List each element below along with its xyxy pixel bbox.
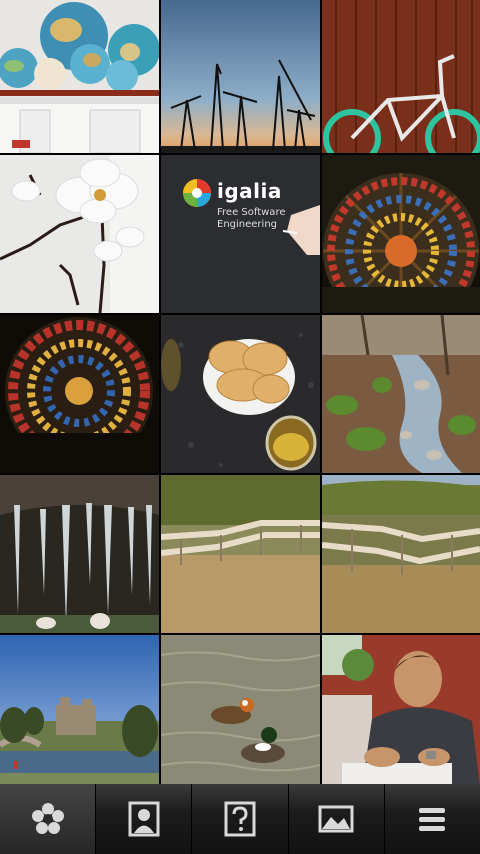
castle-image: [0, 635, 159, 787]
photo-thumbnail-bicycle[interactable]: [322, 0, 480, 153]
photo-thumbnail-castle[interactable]: [0, 635, 159, 787]
rose-window-image: [322, 155, 480, 313]
landscape-icon: [318, 805, 354, 833]
unknown-person-icon: [224, 801, 256, 837]
rose-window-2-image: [0, 315, 159, 473]
photo-thumbnail-rose-window[interactable]: [322, 155, 480, 313]
forest-stream-image: [322, 315, 480, 473]
toolbar-button-unknown-people[interactable]: [191, 784, 287, 854]
igalia-tagline-2: Engineering: [217, 219, 277, 230]
menu-icon: [419, 808, 446, 831]
ducks-image: [161, 635, 320, 787]
photo-thumbnail-cranes[interactable]: [161, 0, 320, 153]
photo-grid: igalia Free Software Engineering: [0, 0, 480, 787]
photo-thumbnail-boardwalk-2[interactable]: [322, 475, 480, 633]
globes-image: [0, 0, 159, 153]
toolbar-button-people[interactable]: [95, 784, 191, 854]
photo-thumbnail-ice-cave[interactable]: [0, 475, 159, 633]
photo-thumbnail-igalia[interactable]: igalia Free Software Engineering: [161, 155, 320, 313]
toolbar-button-places[interactable]: [287, 784, 384, 854]
flower-icon: [31, 803, 64, 834]
photo-thumbnail-rose-window-2[interactable]: [0, 315, 159, 473]
orchid-image: [0, 155, 159, 313]
toolbar-button-menu[interactable]: [383, 784, 480, 854]
portrait-icon: [128, 801, 160, 837]
bicycle-image: [322, 0, 480, 153]
photo-thumbnail-forest-stream[interactable]: [322, 315, 480, 473]
photo-thumbnail-orchid[interactable]: [0, 155, 159, 313]
boardwalk-2-image: [322, 475, 480, 633]
bottom-toolbar: [0, 784, 480, 854]
photo-thumbnail-man-writing[interactable]: [322, 635, 480, 787]
igalia-logo-text: igalia: [217, 179, 282, 203]
photo-thumbnail-globes[interactable]: [0, 0, 159, 153]
igalia-caption: igalia Free Software Engineering: [217, 179, 285, 231]
toolbar-button-favorites[interactable]: [0, 784, 96, 854]
igalia-logo: [183, 179, 211, 207]
pancakes-image: [161, 315, 320, 473]
photo-thumbnail-boardwalk[interactable]: [161, 475, 320, 633]
cranes-image: [161, 0, 320, 153]
man-writing-image: [322, 635, 480, 787]
photo-thumbnail-pancakes[interactable]: [161, 315, 320, 473]
ice-cave-image: [0, 475, 159, 633]
igalia-tagline-1: Free Software: [217, 207, 286, 218]
photo-thumbnail-ducks[interactable]: [161, 635, 320, 787]
boardwalk-image: [161, 475, 320, 633]
